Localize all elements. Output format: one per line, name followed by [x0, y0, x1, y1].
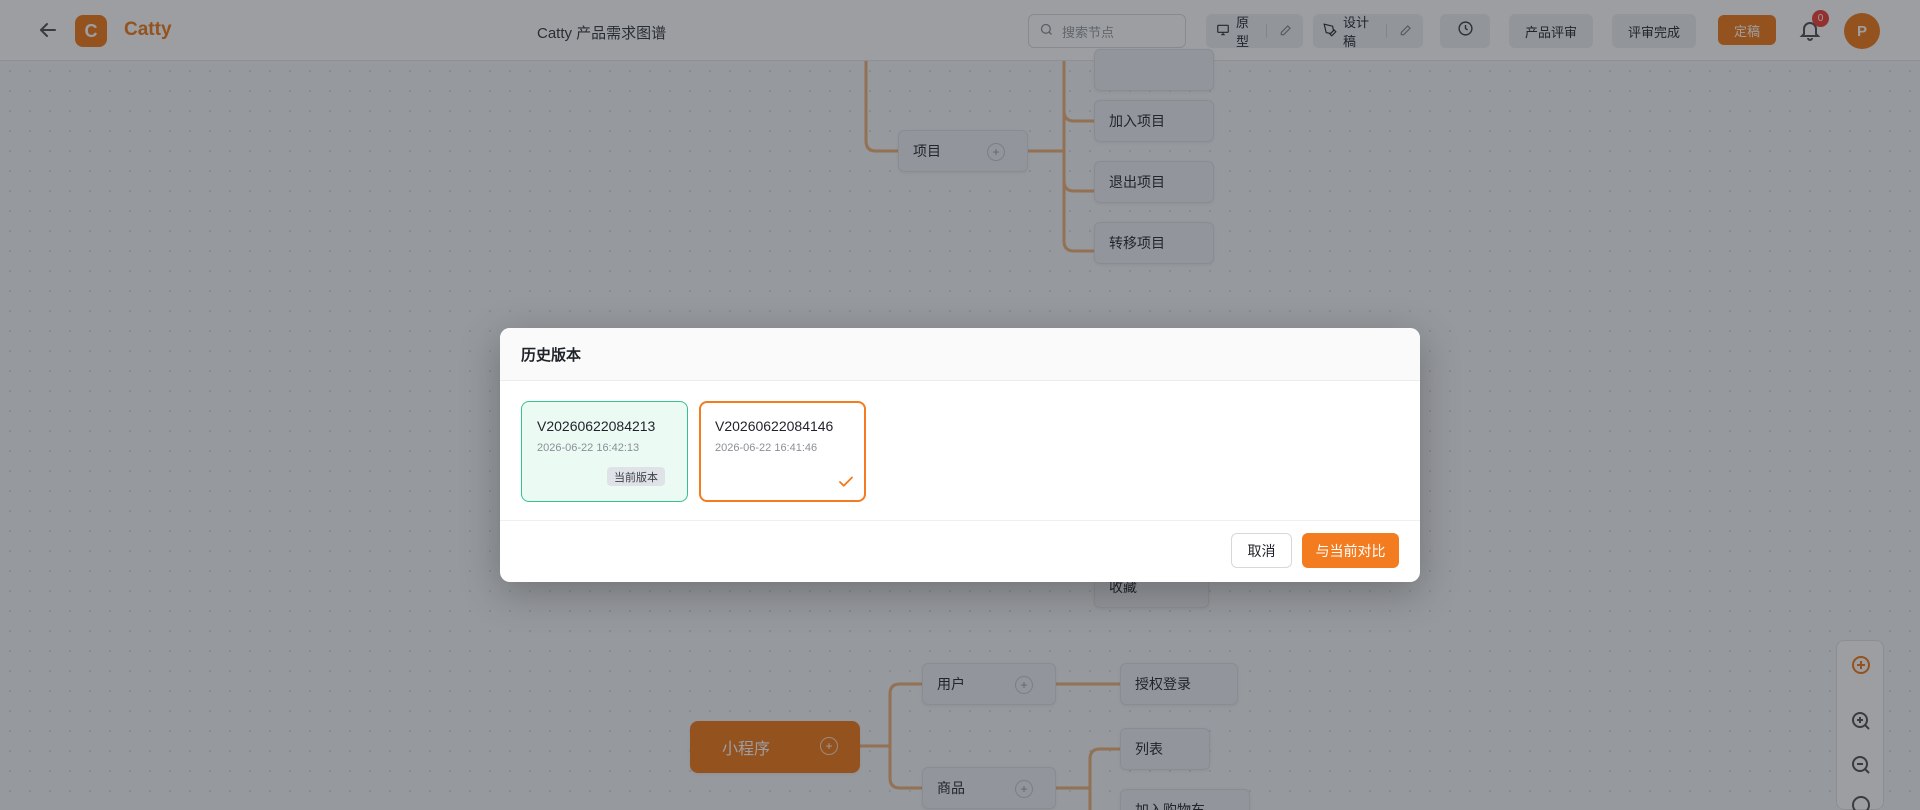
version-name: V20260622084146: [715, 418, 834, 434]
dialog-body: V20260622084213 2026-06-22 16:42:13 当前版本…: [500, 381, 1420, 521]
check-icon: [837, 473, 855, 491]
current-version-tag: 当前版本: [607, 467, 665, 486]
version-time: 2026-06-22 16:42:13: [537, 442, 640, 454]
cancel-button[interactable]: 取消: [1231, 533, 1292, 568]
dialog-header: 历史版本: [500, 328, 1420, 381]
version-card-selected[interactable]: V20260622084146 2026-06-22 16:41:46: [699, 401, 866, 502]
version-name: V20260622084213: [537, 418, 656, 434]
dialog-footer: 取消 与当前对比: [500, 521, 1420, 581]
version-history-dialog: 历史版本 V20260622084213 2026-06-22 16:42:13…: [500, 328, 1420, 582]
version-time: 2026-06-22 16:41:46: [715, 442, 818, 454]
version-card-current[interactable]: V20260622084213 2026-06-22 16:42:13 当前版本: [521, 401, 688, 502]
dialog-title: 历史版本: [521, 346, 582, 364]
compare-button[interactable]: 与当前对比: [1302, 533, 1399, 568]
app-root: C Catty Catty 产品需求图谱 搜索节点 原型 设计稿 产品评审 评审…: [0, 0, 1920, 810]
